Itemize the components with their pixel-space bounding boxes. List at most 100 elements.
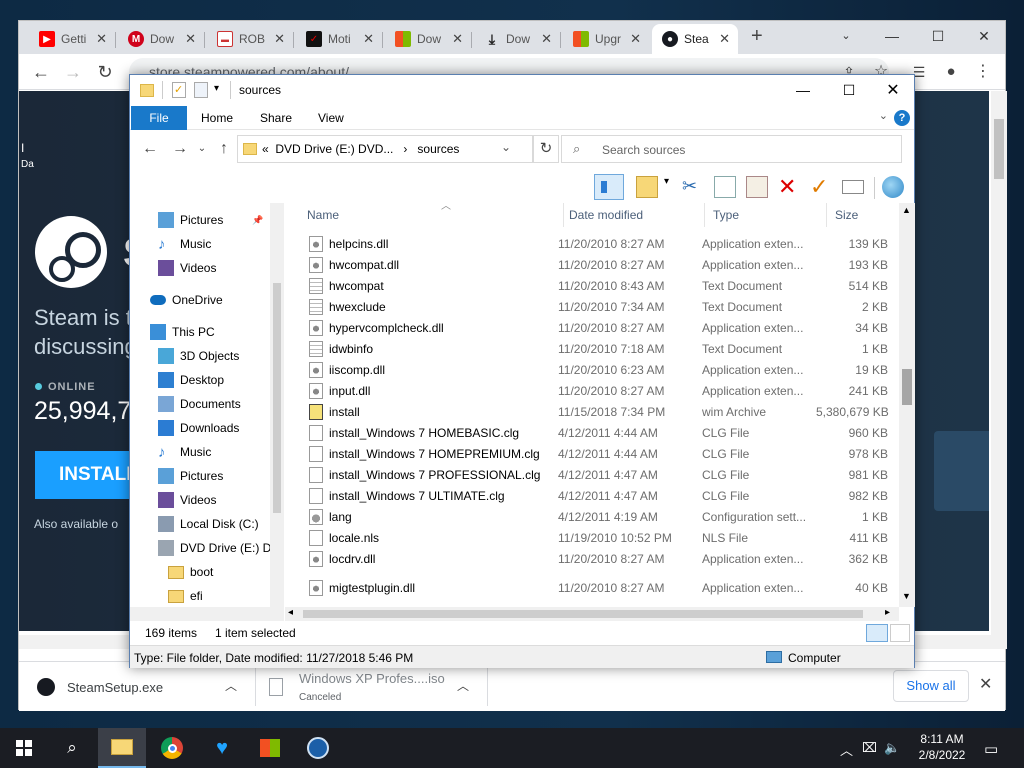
recent-locations-icon[interactable]: ⌄ [192, 143, 212, 154]
back-button[interactable]: ← [29, 60, 53, 84]
file-row[interactable]: lang 4/12/2011 4:19 AM Configuration sett.… [285, 506, 899, 527]
column-header-date[interactable]: Date modified [561, 203, 705, 227]
show-all-downloads-button[interactable]: Show all [893, 670, 969, 702]
windows-update-taskbar-icon[interactable] [246, 728, 294, 768]
nav-item-music[interactable]: ♪ Music [130, 233, 270, 255]
page-vertical-scrollbar[interactable] [991, 91, 1007, 649]
close-tab-icon[interactable]: ✕ [96, 31, 107, 47]
navigation-pane-hscroll[interactable] [130, 607, 284, 621]
tab-home[interactable]: Home [188, 106, 246, 130]
file-row[interactable]: install_Windows 7 ULTIMATE.clg 4/12/2011 … [285, 485, 899, 506]
file-list-vertical-scrollbar[interactable]: ▲ ▼ [899, 203, 915, 607]
cut-icon[interactable]: ✂ [682, 176, 704, 198]
nav-item-onedrive[interactable]: OneDrive [130, 289, 270, 311]
file-row[interactable]: hypervcomplcheck.dll 11/20/2010 8:27 AM Ap… [285, 317, 899, 338]
close-tab-icon[interactable]: ✕ [363, 31, 374, 47]
browser-tab-steam[interactable]: ● Stea ✕ [652, 24, 738, 54]
tab-search-icon[interactable]: ⌄ [823, 21, 869, 53]
network-icon[interactable]: ⌧ [862, 740, 877, 756]
navigation-pane-scrollbar[interactable] [270, 203, 284, 607]
chevron-up-icon[interactable]: ︿ [225, 677, 237, 694]
scroll-down-icon[interactable]: ▼ [902, 591, 911, 601]
download-item-windows-xp[interactable]: Windows XP Profes....iso Canceled ︿ [269, 662, 489, 712]
notifications-icon[interactable]: ▭ [984, 740, 998, 758]
new-folder-icon[interactable] [636, 176, 658, 198]
close-tab-icon[interactable]: ✕ [630, 31, 641, 47]
copy-icon[interactable] [714, 176, 736, 198]
show-hidden-icons-icon[interactable]: ︿ [840, 740, 853, 759]
profile-avatar-icon[interactable]: ● [939, 60, 963, 84]
nav-item-this-pc[interactable]: This PC [130, 321, 270, 343]
download-item-steamsetup[interactable]: SteamSetup.exe ︿ [37, 662, 251, 712]
close-tab-icon[interactable]: ✕ [719, 31, 730, 47]
close-tab-icon[interactable]: ✕ [274, 31, 285, 47]
chevron-up-icon[interactable]: ︿ [457, 677, 469, 694]
preview-pane-icon[interactable] [594, 174, 624, 200]
file-row[interactable]: locale.nls 11/19/2010 10:52 PM NLS File 411… [285, 527, 899, 548]
breadcrumb-sources[interactable]: sources [417, 142, 459, 156]
close-tab-icon[interactable]: ✕ [185, 31, 196, 47]
nav-item-boot[interactable]: boot [130, 561, 270, 583]
back-button[interactable]: ← [140, 140, 160, 158]
chrome-taskbar-icon[interactable] [148, 728, 196, 768]
tab-file[interactable]: File [131, 106, 187, 130]
paste-icon[interactable] [746, 176, 768, 198]
browser-tab-youtube[interactable]: ▶ Getti ✕ [29, 24, 116, 54]
nav-item-3d-objects[interactable]: 3D Objects [130, 345, 270, 367]
column-header-type[interactable]: Type [705, 203, 827, 227]
checkmark-icon[interactable]: ✓ [810, 176, 832, 198]
start-button[interactable] [0, 728, 48, 768]
pin-icon[interactable]: 📌 [252, 215, 263, 226]
minimize-button[interactable]: — [780, 75, 826, 106]
column-header-size[interactable]: Size [827, 203, 899, 227]
close-tab-icon[interactable]: ✕ [452, 31, 463, 47]
maximize-button[interactable]: ☐ [826, 75, 872, 106]
nav-item-videos[interactable]: Videos [130, 257, 270, 279]
search-input[interactable]: ⌕ Search sources [561, 135, 902, 163]
customize-quick-access-icon[interactable]: ▾ [214, 83, 219, 94]
rename-icon[interactable] [842, 180, 864, 194]
nav-item-music[interactable]: ♪ Music [130, 441, 270, 463]
tab-share[interactable]: Share [247, 106, 305, 130]
file-row[interactable]: hwcompat 11/20/2010 8:43 AM Text Document 5… [285, 275, 899, 296]
browser-tab-malwarebytes[interactable]: M Dow ✕ [118, 24, 205, 54]
close-window-button[interactable]: ✕ [961, 21, 1007, 53]
address-dropdown-icon[interactable]: ⌄ [501, 140, 511, 154]
system-clock[interactable]: 8:11 AM 2/8/2022 [912, 731, 972, 763]
nav-item-videos[interactable]: Videos [130, 489, 270, 511]
search-icon[interactable]: ⌕ [48, 728, 96, 768]
file-row[interactable]: hwexclude 11/20/2010 7:34 AM Text Document… [285, 296, 899, 317]
nav-item-pictures[interactable]: Pictures 📌 [130, 209, 270, 231]
nav-item-pictures[interactable]: Pictures [130, 465, 270, 487]
browser-tab-robots[interactable]: ▬ ROB ✕ [207, 24, 294, 54]
nav-item-dvd-drive-e-dv[interactable]: DVD Drive (E:) DV [130, 537, 279, 559]
scroll-right-icon[interactable]: ▸ [885, 607, 890, 618]
nav-item-efi[interactable]: efi [130, 585, 270, 607]
steam-taskbar-icon[interactable] [294, 728, 342, 768]
help-icon[interactable]: ? [894, 110, 910, 126]
address-bar[interactable]: « DVD Drive (E:) DVD... › sources ⌄ [237, 135, 533, 163]
column-header-name[interactable]: ︿ Name [299, 203, 564, 227]
scroll-up-icon[interactable]: ▲ [902, 205, 911, 215]
file-row[interactable]: helpcins.dll 11/20/2010 8:27 AM Applicatio… [285, 233, 899, 254]
details-view-icon[interactable] [866, 624, 888, 642]
close-tab-icon[interactable]: ✕ [541, 31, 552, 47]
forward-button[interactable]: → [170, 140, 190, 158]
file-row[interactable]: iiscomp.dll 11/20/2010 6:23 AM Application… [285, 359, 899, 380]
browser-tab-microsoft[interactable]: Dow ✕ [385, 24, 472, 54]
nav-item-desktop[interactable]: Desktop [130, 369, 270, 391]
menu-kebab-icon[interactable]: ⋮ [971, 60, 995, 84]
file-row[interactable]: install_Windows 7 HOMEBASIC.clg 4/12/2011… [285, 422, 899, 443]
file-row[interactable]: install_Windows 7 HOMEPREMIUM.clg 4/12/20… [285, 443, 899, 464]
large-icons-view-icon[interactable] [890, 624, 910, 642]
maximize-button[interactable]: ☐ [915, 21, 961, 53]
file-row[interactable]: idwbinfo 11/20/2010 7:18 AM Text Document 1… [285, 338, 899, 359]
properties-icon[interactable]: ✓ [172, 82, 186, 98]
file-row[interactable]: install_Windows 7 PROFESSIONAL.clg 4/12/2… [285, 464, 899, 485]
close-shelf-icon[interactable]: ✕ [979, 674, 992, 694]
tab-view[interactable]: View [305, 106, 357, 130]
install-steam-button[interactable]: INSTALL [35, 451, 138, 499]
dropdown-arrow-icon[interactable]: ▾ [664, 176, 676, 198]
volume-muted-icon[interactable]: 🔈 [884, 740, 900, 756]
file-row[interactable]: install 11/15/2018 7:34 PM wim Archive 5,38… [285, 401, 899, 422]
